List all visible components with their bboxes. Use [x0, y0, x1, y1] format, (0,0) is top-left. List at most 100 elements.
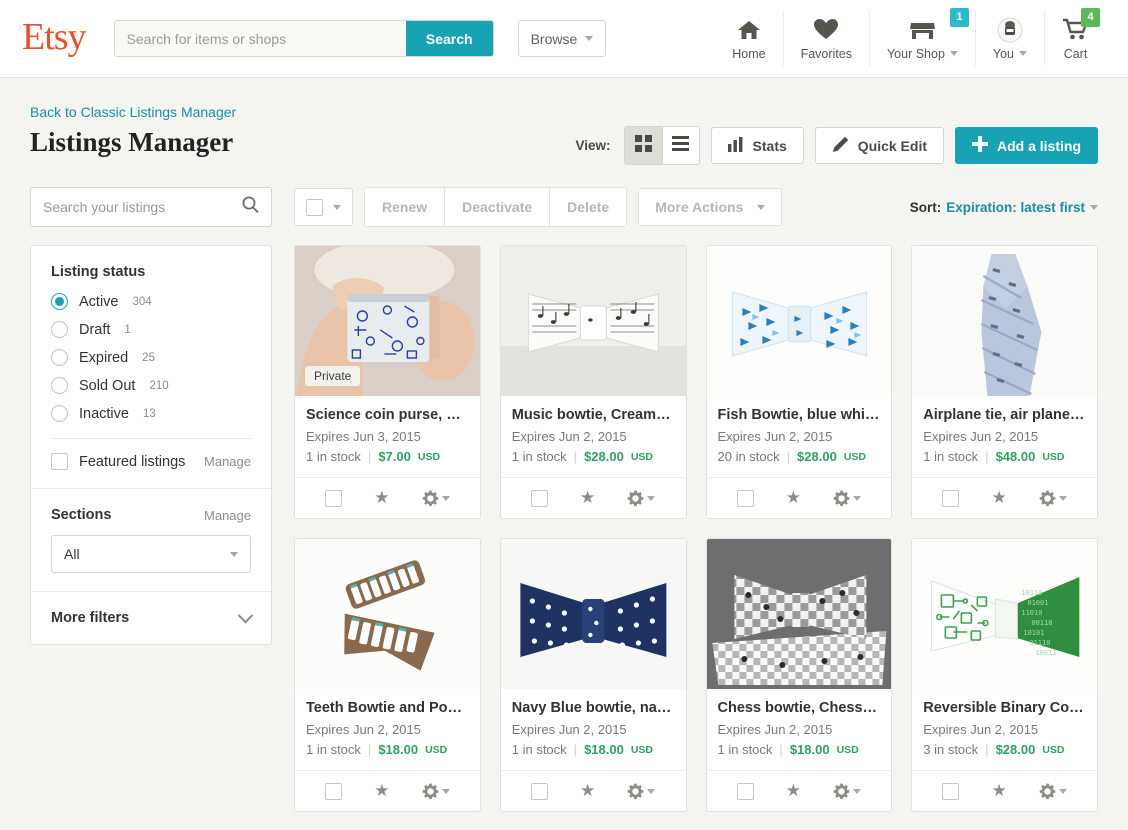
sections-select[interactable]: All: [51, 535, 251, 573]
listings-search-input[interactable]: [43, 199, 242, 215]
back-to-classic-link[interactable]: Back to Classic Listings Manager: [30, 104, 236, 120]
listing-thumbnail[interactable]: Private: [295, 246, 480, 396]
listing-options-button[interactable]: [1039, 490, 1067, 507]
listing-title[interactable]: Reversible Binary Com…: [923, 700, 1086, 716]
listing-thumbnail[interactable]: [912, 246, 1097, 396]
listing-thumbnail[interactable]: [500, 246, 686, 396]
plus-icon: [972, 136, 988, 155]
star-icon[interactable]: ★: [580, 781, 595, 801]
listing-select-checkbox[interactable]: [736, 782, 754, 800]
listing-title[interactable]: Music bowtie, Cream b…: [512, 407, 675, 423]
etsy-logo[interactable]: Etsy: [22, 18, 87, 56]
list-view-button[interactable]: [661, 127, 699, 164]
page-body: Listing status Active 304 Draft 1 Expire…: [0, 165, 1128, 812]
listing-title[interactable]: Chess bowtie, Chess po…: [718, 700, 881, 716]
star-icon[interactable]: ★: [991, 781, 1006, 801]
view-toggle-group: [623, 126, 700, 165]
more-actions-button[interactable]: More Actions: [638, 188, 783, 226]
listing-select-checkbox[interactable]: [325, 782, 343, 800]
chevron-down-icon: [853, 788, 862, 794]
your-shop-text: Your Shop: [886, 46, 945, 61]
sections-manage-link[interactable]: Manage: [204, 508, 251, 523]
star-icon[interactable]: ★: [786, 488, 801, 508]
renew-button[interactable]: Renew: [365, 188, 445, 226]
stats-label: Stats: [752, 137, 787, 154]
listing-title[interactable]: Airplane tie, air plane t…: [923, 407, 1086, 423]
sort-control[interactable]: Sort: Expiration: latest first: [910, 200, 1098, 215]
nav-item-favorites[interactable]: Favorites: [782, 10, 869, 67]
listing-options-button[interactable]: [627, 490, 656, 507]
listing-thumbnail[interactable]: [500, 539, 686, 689]
listing-title[interactable]: Navy Blue bowtie, navy…: [512, 700, 675, 716]
listing-title[interactable]: Fish Bowtie, blue white…: [718, 407, 881, 423]
stats-button[interactable]: Stats: [710, 127, 804, 164]
listing-title[interactable]: Teeth Bowtie and Pock…: [306, 700, 469, 716]
listing-body: Airplane tie, air plane t… Expires Jun 2…: [912, 396, 1097, 477]
search-icon[interactable]: [242, 196, 259, 218]
status-option-inactive[interactable]: Inactive 13: [51, 405, 251, 422]
featured-manage-link[interactable]: Manage: [204, 454, 251, 469]
listing-options-button[interactable]: [627, 783, 656, 800]
listing-options-button[interactable]: [833, 490, 862, 507]
listing-card[interactable]: Navy Blue bowtie, navy… Expires Jun 2, 2…: [499, 538, 687, 812]
listing-currency: USD: [1042, 450, 1065, 463]
listing-select-checkbox[interactable]: [530, 489, 548, 507]
star-icon[interactable]: ★: [374, 488, 389, 508]
listing-options-button[interactable]: [833, 783, 862, 800]
listing-title[interactable]: Science coin purse, sci…: [306, 407, 469, 423]
select-all-checkbox[interactable]: [306, 198, 323, 216]
listing-thumbnail[interactable]: 10110 01001 11010 00110 10101 01110 10011: [912, 539, 1097, 689]
listing-card[interactable]: 10110 01001 11010 00110 10101 01110 10011 R…: [911, 538, 1098, 812]
listing-card[interactable]: Chess bowtie, Chess po… Expires Jun 2, 2…: [705, 538, 893, 812]
listing-expiry: Expires Jun 2, 2015: [306, 722, 421, 737]
gear-icon: [422, 490, 438, 506]
listing-stock: 1 in stock: [511, 742, 567, 757]
listing-select-checkbox[interactable]: [530, 782, 548, 800]
status-option-active[interactable]: Active 304: [51, 293, 251, 310]
quick-edit-button[interactable]: Quick Edit: [814, 127, 944, 164]
listing-thumbnail[interactable]: [706, 539, 892, 689]
listing-body: Science coin purse, sci… Expires Jun 3, …: [295, 396, 480, 477]
listing-status-title: Listing status: [51, 264, 146, 280]
browse-button[interactable]: Browse: [517, 20, 607, 57]
listing-card[interactable]: Private Science coin purse, sci… Expires…: [294, 245, 481, 519]
more-filters-toggle[interactable]: More filters: [51, 607, 254, 626]
nav-item-home[interactable]: Home: [715, 11, 782, 67]
listing-card[interactable]: Fish Bowtie, blue white… Expires Jun 2, …: [705, 245, 893, 519]
listing-select-checkbox[interactable]: [736, 489, 754, 507]
nav-item-your-shop[interactable]: 1 Your Shop: [868, 7, 975, 67]
search-button[interactable]: Search: [405, 21, 493, 56]
listing-card[interactable]: Teeth Bowtie and Pock… Expires Jun 2, 20…: [294, 538, 481, 812]
chevron-down-icon: [1090, 204, 1098, 210]
status-option-draft[interactable]: Draft 1: [51, 321, 251, 338]
star-icon[interactable]: ★: [580, 488, 595, 508]
featured-listings-row[interactable]: Featured listings Manage: [51, 453, 251, 470]
nav-item-cart[interactable]: 4 Cart: [1044, 7, 1106, 67]
star-icon[interactable]: ★: [374, 781, 389, 801]
listing-options-button[interactable]: [1039, 783, 1067, 800]
listing-options-button[interactable]: [422, 783, 450, 800]
deactivate-button[interactable]: Deactivate: [444, 188, 550, 226]
status-option-sold-out[interactable]: Sold Out 210: [51, 377, 251, 394]
listing-select-checkbox[interactable]: [942, 489, 960, 507]
star-icon[interactable]: ★: [786, 781, 801, 801]
add-listing-button[interactable]: Add a listing: [955, 127, 1098, 164]
star-icon[interactable]: ★: [991, 488, 1006, 508]
delete-button[interactable]: Delete: [549, 188, 627, 226]
select-all-dropdown[interactable]: [294, 188, 353, 226]
listing-body: Music bowtie, Cream b… Expires Jun 2, 20…: [501, 396, 686, 477]
search-input[interactable]: [114, 21, 406, 56]
listing-select-checkbox[interactable]: [942, 782, 960, 800]
listing-select-checkbox[interactable]: [325, 489, 343, 507]
gear-icon: [422, 783, 438, 799]
checkbox-icon[interactable]: [51, 453, 68, 470]
listing-card[interactable]: Airplane tie, air plane t… Expires Jun 2…: [911, 245, 1098, 519]
nav-item-you[interactable]: You: [974, 10, 1044, 67]
status-option-expired[interactable]: Expired 25: [51, 349, 251, 366]
listing-card[interactable]: Music bowtie, Cream b… Expires Jun 2, 20…: [499, 245, 687, 519]
listing-currency: USD: [630, 743, 653, 756]
listing-options-button[interactable]: [422, 490, 450, 507]
listing-thumbnail[interactable]: [295, 539, 480, 689]
listing-thumbnail[interactable]: [706, 246, 892, 396]
grid-view-button[interactable]: [624, 127, 662, 164]
